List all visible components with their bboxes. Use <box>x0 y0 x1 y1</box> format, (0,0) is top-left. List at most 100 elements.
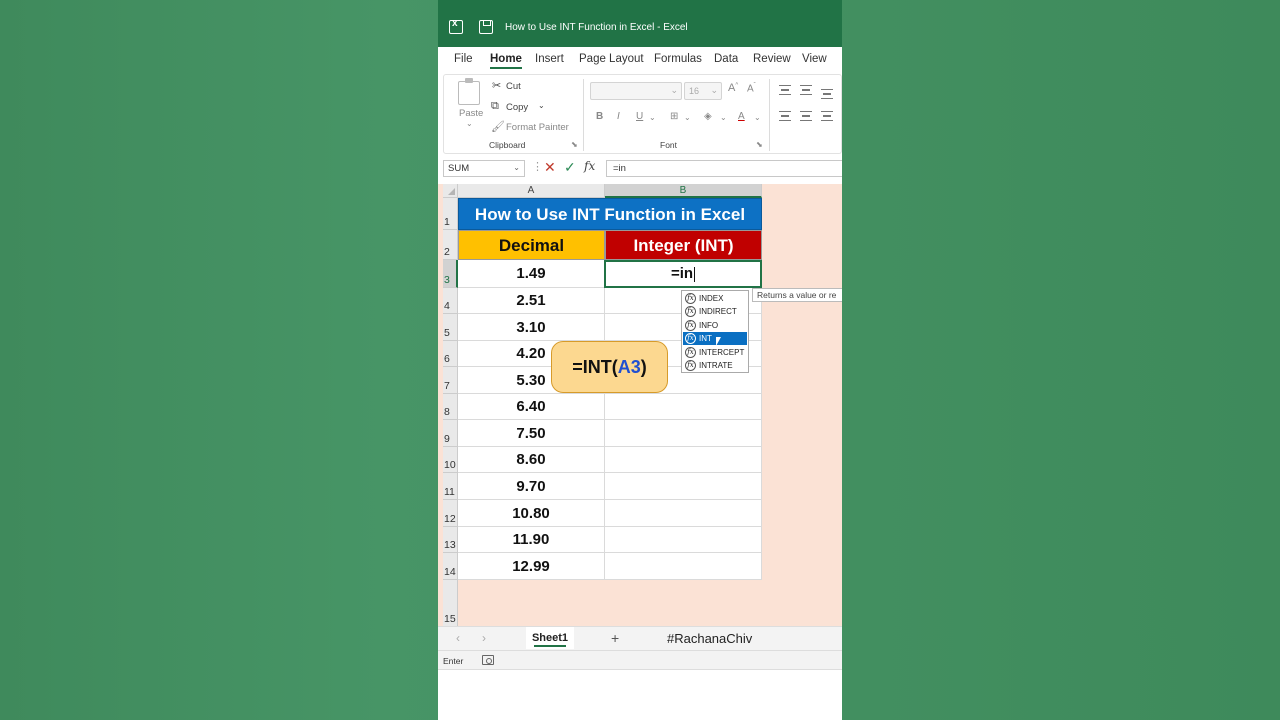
align-center-icon[interactable] <box>800 111 812 121</box>
cut-icon[interactable]: ✂ <box>492 79 501 92</box>
align-top-icon[interactable] <box>779 85 791 95</box>
integer-header-cell[interactable]: Integer (INT) <box>605 230 762 260</box>
autocomplete-item[interactable]: fx INDEX <box>683 292 747 305</box>
decimal-cell[interactable]: 6.40 <box>458 394 605 420</box>
integer-cell[interactable] <box>605 527 762 553</box>
tab-file[interactable]: File <box>454 53 473 65</box>
tab-page-layout[interactable]: Page Layout <box>579 53 644 65</box>
copy-chevron-icon[interactable]: ⌄ <box>538 101 545 110</box>
add-sheet-button[interactable]: + <box>611 630 619 646</box>
decimal-header-cell[interactable]: Decimal <box>458 230 605 260</box>
paste-button[interactable]: Paste <box>459 108 483 119</box>
tab-home[interactable]: Home <box>490 53 522 69</box>
column-header-a[interactable]: A <box>458 184 605 198</box>
integer-cell[interactable] <box>605 473 762 500</box>
cut-button[interactable]: Cut <box>506 81 521 92</box>
format-painter-button[interactable]: Format Painter <box>506 122 569 133</box>
previous-sheet-icon[interactable]: ‹ <box>456 631 460 645</box>
decimal-cell[interactable]: 3.10 <box>458 314 605 341</box>
align-middle-icon[interactable] <box>800 85 812 95</box>
autocomplete-item-selected[interactable]: fx INT <box>683 332 747 345</box>
autocomplete-label: INDIRECT <box>699 307 737 316</box>
select-all-corner[interactable] <box>443 184 458 198</box>
decimal-cell[interactable]: 8.60 <box>458 447 605 473</box>
row-header[interactable]: 7 <box>443 367 458 394</box>
decimal-cell[interactable]: 12.99 <box>458 553 605 580</box>
tab-data[interactable]: Data <box>714 53 738 65</box>
save-icon[interactable] <box>479 20 493 34</box>
integer-cell[interactable] <box>605 420 762 447</box>
integer-cell[interactable] <box>605 394 762 420</box>
fill-chevron-icon[interactable]: ⌄ <box>720 113 727 122</box>
autocomplete-item[interactable]: fx INTRATE <box>683 359 747 372</box>
insert-function-icon[interactable]: fx <box>584 159 595 173</box>
sheet-tab-sheet1[interactable]: Sheet1 <box>526 627 574 649</box>
row-header[interactable]: 4 <box>443 288 458 314</box>
active-cell-b3[interactable]: =in <box>604 260 762 288</box>
formula-input[interactable]: =in <box>606 160 842 177</box>
fill-color-icon[interactable]: ◈ <box>704 111 712 122</box>
row-header[interactable]: 15 <box>443 580 458 626</box>
row-header[interactable]: 12 <box>443 500 458 527</box>
name-box[interactable]: SUM ⌄ <box>443 160 525 177</box>
integer-cell[interactable] <box>605 553 762 580</box>
borders-chevron-icon[interactable]: ⌄ <box>684 113 691 122</box>
align-left-icon[interactable] <box>779 111 791 121</box>
integer-cell[interactable] <box>605 500 762 527</box>
integer-cell[interactable] <box>605 447 762 473</box>
copy-icon[interactable]: ⧉ <box>491 100 499 113</box>
sheet-title-cell[interactable]: How to Use INT Function in Excel <box>458 198 762 230</box>
tab-view[interactable]: View <box>802 53 827 65</box>
accessibility-icon[interactable] <box>482 655 494 665</box>
paste-chevron-icon[interactable]: ⌄ <box>466 119 473 128</box>
underline-button[interactable]: U <box>636 111 643 122</box>
row-header[interactable]: 6 <box>443 341 458 367</box>
row-header[interactable]: 2 <box>443 230 458 260</box>
font-size-combo[interactable]: 16 ⌄ <box>684 82 722 100</box>
row-header[interactable]: 1 <box>443 198 458 230</box>
decimal-cell[interactable]: 9.70 <box>458 473 605 500</box>
row-header[interactable]: 13 <box>443 527 458 553</box>
clipboard-launcher-icon[interactable]: ⬊ <box>571 140 578 149</box>
shrink-font-icon[interactable]: Aˇ <box>747 83 756 94</box>
autocomplete-item[interactable]: fx INDIRECT <box>683 305 747 318</box>
decimal-cell[interactable]: 10.80 <box>458 500 605 527</box>
decimal-cell[interactable]: 11.90 <box>458 527 605 553</box>
align-right-icon[interactable] <box>821 111 833 121</box>
italic-button[interactable]: I <box>617 111 620 122</box>
callout-reference: A3 <box>617 357 641 377</box>
row-header[interactable]: 11 <box>443 473 458 500</box>
copy-button[interactable]: Copy <box>506 102 528 113</box>
font-name-combo[interactable]: ⌄ <box>590 82 682 100</box>
column-header-b[interactable]: B <box>605 184 762 198</box>
font-color-chevron-icon[interactable]: ⌄ <box>754 113 761 122</box>
row-header[interactable]: 10 <box>443 447 458 473</box>
borders-icon[interactable]: ⊞ <box>670 111 678 122</box>
format-painter-icon[interactable]: 🖌 <box>491 120 505 133</box>
tab-review[interactable]: Review <box>753 53 791 65</box>
paste-icon[interactable] <box>458 78 480 105</box>
autocomplete-item[interactable]: fx INFO <box>683 319 747 332</box>
decimal-cell[interactable]: 7.50 <box>458 420 605 447</box>
autocomplete-item[interactable]: fx INTERCEPT <box>683 346 747 359</box>
next-sheet-icon[interactable]: › <box>482 631 486 645</box>
row-header[interactable]: 9 <box>443 420 458 447</box>
font-launcher-icon[interactable]: ⬊ <box>756 140 763 149</box>
underline-chevron-icon[interactable]: ⌄ <box>649 113 656 122</box>
cancel-icon[interactable]: ✕ <box>544 159 556 176</box>
enter-check-icon[interactable]: ✓ <box>564 159 576 176</box>
decimal-cell[interactable]: 1.49 <box>458 260 605 288</box>
excel-window: How to Use INT Function in Excel - Excel… <box>438 0 842 720</box>
tab-insert[interactable]: Insert <box>535 53 564 65</box>
decimal-cell[interactable]: 2.51 <box>458 288 605 314</box>
bold-button[interactable]: B <box>596 111 603 122</box>
row-header[interactable]: 8 <box>443 394 458 420</box>
row-header[interactable]: 14 <box>443 553 458 580</box>
align-bottom-icon[interactable] <box>821 89 833 99</box>
more-options-icon[interactable]: ⋮ <box>532 160 543 173</box>
row-header[interactable]: 5 <box>443 314 458 341</box>
grow-font-icon[interactable]: A^ <box>728 82 738 94</box>
font-color-icon[interactable]: A <box>738 111 745 122</box>
row-header[interactable]: 3 <box>443 260 458 288</box>
tab-formulas[interactable]: Formulas <box>654 53 702 65</box>
